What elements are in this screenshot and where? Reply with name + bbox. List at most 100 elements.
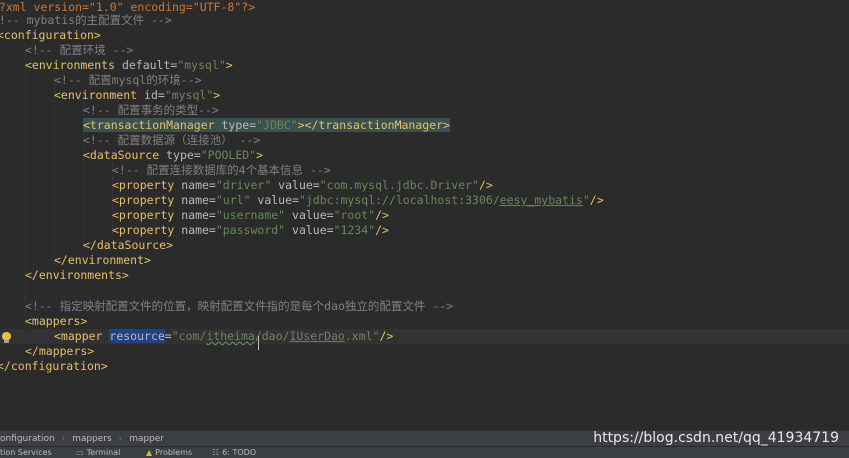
tool-window-label: Problems	[155, 448, 193, 457]
attribute-value: "mysql"	[177, 58, 226, 72]
tag-property: <property	[112, 193, 175, 207]
attribute-value: "	[582, 193, 590, 207]
tag-configuration-close: </configuration>	[0, 359, 108, 373]
tag-bracket: />	[379, 329, 394, 343]
lightbulb-icon[interactable]	[2, 332, 11, 344]
attribute-value-underlined: eesy_mybatis	[499, 193, 583, 207]
comment: <!-- 配置事务的类型-->	[83, 103, 219, 117]
tag-transaction-manager: <transactionManager	[83, 118, 215, 132]
tag-configuration: <configuration>	[0, 28, 101, 42]
attribute-name: type=	[159, 148, 201, 162]
attribute-value: "driver"	[215, 178, 272, 192]
tag-bracket: />	[375, 223, 389, 237]
attribute-value: "com/	[171, 329, 207, 343]
tag-property: <property	[112, 178, 175, 192]
attribute-value: "url"	[215, 193, 251, 207]
attribute-name: name=	[174, 178, 216, 192]
tag-bracket: >	[256, 148, 264, 162]
attribute-name: value=	[271, 178, 320, 192]
tool-window-bar: tion Services ▭ Terminal ▲ Problems ☷ 6: TO…	[0, 446, 849, 458]
tag-environment-close: </environment>	[54, 253, 151, 267]
code-line-13[interactable]: <property name="driver" value="com.mysql…	[112, 178, 849, 193]
tag-bracket: >	[225, 58, 233, 72]
code-line-25[interactable]: </configuration>	[0, 359, 846, 374]
watermark-text: https://blog.csdn.net/qq_41934719	[593, 430, 839, 446]
code-line-2[interactable]: <!-- mybatis的主配置文件 -->	[0, 13, 841, 28]
tool-window-todo[interactable]: ☷ 6: TODO	[212, 447, 256, 458]
tag-bracket: />	[589, 193, 604, 207]
code-line-11[interactable]: <dataSource type="POOLED">	[83, 148, 849, 163]
code-line-9[interactable]: <transactionManager type="JDBC"></transa…	[83, 118, 849, 133]
tag-mappers: <mappers>	[25, 314, 88, 328]
attribute-name: type=	[214, 118, 257, 132]
comment: <!-- 配置数据源（连接池） -->	[83, 133, 261, 147]
attribute-value: "username"	[215, 208, 286, 222]
tool-window-problems[interactable]: ▲ Problems	[146, 447, 192, 458]
attribute-value: "mysql"	[164, 88, 214, 102]
tag-environments-close: </environments>	[25, 268, 129, 282]
breadcrumb-item-mappers[interactable]: mappers	[72, 434, 112, 444]
attribute-name: value=	[285, 223, 334, 237]
code-line-7[interactable]: <environment id="mysql">	[54, 88, 849, 103]
code-line-24[interactable]: </mappers>	[25, 344, 849, 359]
attribute-value-underlined: IUserDao	[289, 329, 345, 343]
selected-attribute-resource[interactable]: resource	[109, 329, 165, 343]
tool-window-terminal[interactable]: ▭ Terminal	[76, 447, 120, 458]
attribute-name: name=	[174, 193, 216, 207]
tag-environment: <environment	[54, 88, 138, 102]
tag-bracket: ></transactionManager>	[297, 118, 450, 132]
code-line-16[interactable]: <property name="password" value="1234"/>	[112, 223, 849, 238]
comment: <!-- 配置环境 -->	[25, 43, 134, 57]
tag-data-source: <dataSource	[83, 148, 160, 162]
code-line-12[interactable]: <!-- 配置连接数据库的4个基本信息 -->	[112, 163, 849, 178]
code-line-15[interactable]: <property name="username" value="root"/>	[112, 208, 849, 223]
tag-environments: <environments	[25, 58, 116, 72]
attribute-value: "password"	[215, 223, 286, 237]
tag-mapper: <mapper	[54, 329, 103, 343]
attribute-name: default=	[115, 58, 178, 72]
attribute-value: "com.mysql.jdbc.Driver"	[319, 178, 479, 192]
tag-bracket: >	[213, 88, 221, 102]
warning-icon: ▲	[146, 448, 153, 457]
attribute-value: "JDBC"	[256, 118, 298, 132]
todo-icon: ☷	[212, 448, 220, 457]
attribute-name: value=	[285, 208, 334, 222]
tool-window-services[interactable]: tion Services	[0, 447, 52, 458]
code-line-10[interactable]: <!-- 配置数据源（连接池） -->	[83, 133, 849, 148]
breadcrumb-separator: ›	[61, 434, 66, 444]
code-editor[interactable]: <?xml version="1.0" encoding="UTF-8"?> <…	[0, 0, 849, 430]
attribute-value: "root"	[333, 208, 376, 222]
attribute-equals: =	[164, 329, 172, 343]
code-line-19[interactable]: </environments>	[25, 268, 849, 283]
comment: <!-- mybatis的主配置文件 -->	[0, 13, 172, 27]
matched-tag-highlight: <transactionManager type="JDBC"></transa…	[83, 118, 450, 132]
attribute-name: name=	[174, 208, 216, 222]
code-line-6[interactable]: <!-- 配置mysql的环境-->	[54, 73, 849, 88]
code-line-21[interactable]: <!-- 指定映射配置文件的位置，映射配置文件指的是每个dao独立的配置文件 -…	[25, 299, 849, 314]
indent-guide	[25, 42, 26, 337]
code-line-5[interactable]: <environments default="mysql">	[25, 58, 849, 73]
code-line-17[interactable]: </dataSource>	[83, 238, 849, 253]
code-line-4[interactable]: <!-- 配置环境 -->	[25, 43, 849, 58]
code-line-22[interactable]: <mappers>	[25, 314, 849, 329]
code-line-18[interactable]: </environment>	[54, 253, 849, 268]
code-line-3[interactable]: <configuration>	[0, 28, 846, 43]
attribute-value: "POOLED"	[200, 148, 257, 162]
comment: <!-- 指定映射配置文件的位置，映射配置文件指的是每个dao独立的配置文件 -…	[25, 299, 454, 313]
breadcrumb-item-mapper[interactable]: mapper	[129, 434, 164, 444]
attribute-value: "jdbc:mysql://localhost:3306/	[298, 193, 500, 207]
tag-property: <property	[112, 208, 175, 222]
tag-mappers-close: </mappers>	[25, 344, 95, 358]
tool-window-label: Terminal	[86, 448, 121, 457]
code-line-23-current[interactable]: <mapper resource="com/itheima/dao/IUserD…	[0, 329, 849, 344]
attribute-name: id=	[137, 88, 165, 102]
tag-data-source-close: </dataSource>	[83, 238, 174, 252]
attribute-value: .xml"	[344, 329, 380, 343]
breadcrumb-item-configuration[interactable]: configuration	[0, 434, 55, 444]
code-line-8[interactable]: <!-- 配置事务的类型-->	[83, 103, 849, 118]
tag-bracket: />	[478, 178, 493, 192]
text-cursor	[258, 336, 259, 350]
breadcrumb-separator: ›	[118, 434, 123, 444]
xml-prolog: <?xml version="1.0" encoding="UTF-8"?>	[0, 0, 256, 14]
code-line-14[interactable]: <property name="url" value="jdbc:mysql:/…	[112, 193, 849, 208]
